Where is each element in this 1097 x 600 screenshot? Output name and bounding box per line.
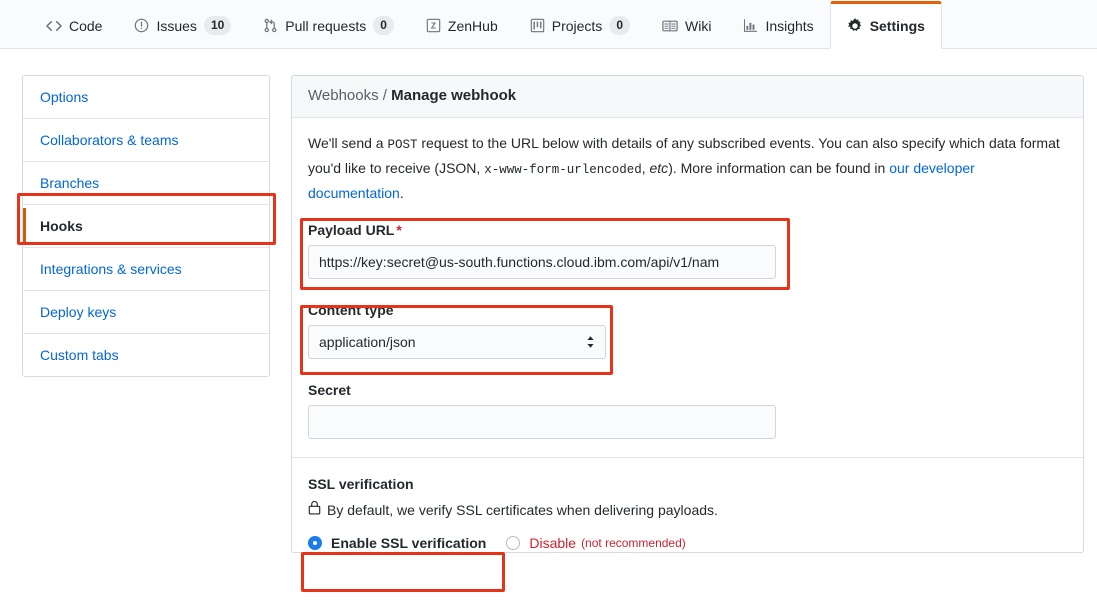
ssl-verification-section: SSL verification By default, we verify S… [308, 475, 1067, 552]
enable-ssl-radio[interactable]: Enable SSL verification [308, 534, 486, 552]
code-icon [46, 18, 62, 34]
tab-settings[interactable]: Settings [829, 1, 942, 49]
panel-body: We'll send a POST request to the URL bel… [292, 118, 1083, 552]
sidebar-item-label: Options [40, 89, 89, 105]
tab-pull-requests[interactable]: Pull requests 0 [247, 0, 410, 48]
lock-icon [308, 500, 321, 520]
tab-projects-counter: 0 [609, 16, 630, 35]
book-icon [662, 18, 678, 34]
issue-opened-icon [134, 18, 149, 33]
payload-url-label: Payload URL * [308, 221, 1067, 239]
tab-insights-label: Insights [765, 17, 814, 34]
tab-code[interactable]: Code [30, 0, 118, 48]
payload-url-input[interactable] [308, 245, 776, 279]
graph-icon [743, 18, 758, 33]
desc-italic-etc: etc [649, 160, 669, 176]
zenhub-icon: Z [426, 18, 441, 33]
secret-group: Secret [308, 381, 1067, 439]
breadcrumb-webhooks-link[interactable]: Webhooks [308, 87, 379, 104]
ssl-radio-group: Enable SSL verification Disable (not rec… [308, 534, 1067, 552]
desc-code-urlencoded: x-www-form-urlencoded [484, 163, 642, 177]
desc-part1: We'll send a [308, 135, 388, 151]
secret-label: Secret [308, 382, 351, 398]
sidebar-item-hooks[interactable]: Hooks [23, 205, 269, 248]
gear-icon [847, 18, 863, 34]
content-type-select-wrap: application/json application/x-www-form-… [308, 325, 606, 359]
sidebar-item-integrations-services[interactable]: Integrations & services [23, 248, 269, 291]
radio-selected-icon [308, 536, 322, 550]
tab-code-label: Code [69, 17, 103, 34]
tab-pull-requests-counter: 0 [373, 16, 394, 35]
tab-wiki-label: Wiki [685, 17, 712, 34]
tab-settings-label: Settings [869, 18, 925, 34]
payload-url-group: Payload URL * [308, 221, 1067, 279]
tab-zenhub-label: ZenHub [447, 17, 498, 34]
disable-ssl-radio[interactable]: Disable (not recommended) [506, 534, 686, 552]
sidebar-item-collaborators-teams[interactable]: Collaborators & teams [23, 119, 269, 162]
content-type-label: Content type [308, 302, 394, 318]
payload-url-label-text: Payload URL [308, 222, 395, 238]
tab-zenhub[interactable]: Z ZenHub [410, 0, 514, 48]
radio-unselected-icon [506, 536, 521, 550]
sidebar-item-label: Integrations & services [40, 261, 182, 277]
sidebar-item-label: Deploy keys [40, 304, 117, 320]
sidebar-item-options[interactable]: Options [23, 76, 269, 119]
content-type-select[interactable]: application/json application/x-www-form-… [308, 325, 606, 359]
section-divider [292, 457, 1083, 458]
ssl-note: By default, we verify SSL certificates w… [308, 500, 1067, 520]
git-pull-request-icon [263, 18, 278, 33]
tab-pull-requests-label: Pull requests [285, 17, 367, 34]
tab-wiki[interactable]: Wiki [646, 0, 727, 48]
desc-part4: ). More information can be found in [668, 160, 890, 176]
desc-part5: . [399, 185, 404, 201]
ssl-note-text: By default, we verify SSL certificates w… [327, 502, 718, 518]
breadcrumb-current: Manage webhook [391, 87, 517, 104]
project-board-icon [530, 18, 545, 33]
tab-insights[interactable]: Insights [727, 0, 829, 48]
settings-sidebar: Options Collaborators & teams Branches H… [22, 75, 270, 377]
sidebar-item-label: Hooks [40, 218, 83, 234]
tab-issues-label: Issues [156, 17, 197, 34]
tab-projects-label: Projects [551, 17, 603, 34]
disable-ssl-label: Disable [529, 535, 577, 551]
webhook-description: We'll send a POST request to the URL bel… [308, 132, 1067, 205]
content-type-group: Content type application/json applicatio… [308, 301, 1067, 359]
annotation-box-enable-ssl-radio [301, 552, 505, 592]
ssl-section-title: SSL verification [308, 476, 414, 492]
tab-issues-counter: 10 [203, 16, 232, 35]
svg-text:Z: Z [431, 21, 436, 31]
desc-code-post: POST [387, 138, 418, 152]
tab-issues[interactable]: Issues 10 [118, 0, 247, 48]
sidebar-item-label: Custom tabs [40, 347, 119, 363]
breadcrumb-separator: / [382, 87, 387, 104]
sidebar-item-deploy-keys[interactable]: Deploy keys [23, 291, 269, 334]
desc-part3: , [641, 160, 650, 176]
breadcrumb: Webhooks / Manage webhook [292, 76, 1083, 118]
sidebar-item-custom-tabs[interactable]: Custom tabs [23, 334, 269, 376]
sidebar-item-label: Branches [40, 175, 100, 191]
manage-webhook-panel: Webhooks / Manage webhook We'll send a P… [291, 75, 1084, 553]
required-marker: * [396, 222, 402, 238]
disable-ssl-note: (not recommended) [581, 536, 686, 550]
secret-input[interactable] [308, 405, 776, 439]
repo-nav-tabs: Code Issues 10 Pull requests 0 Z ZenHub … [0, 0, 1097, 49]
tab-projects[interactable]: Projects 0 [514, 0, 646, 48]
sidebar-item-label: Collaborators & teams [40, 132, 179, 148]
enable-ssl-label: Enable SSL verification [331, 535, 487, 551]
sidebar-item-branches[interactable]: Branches [23, 162, 269, 205]
